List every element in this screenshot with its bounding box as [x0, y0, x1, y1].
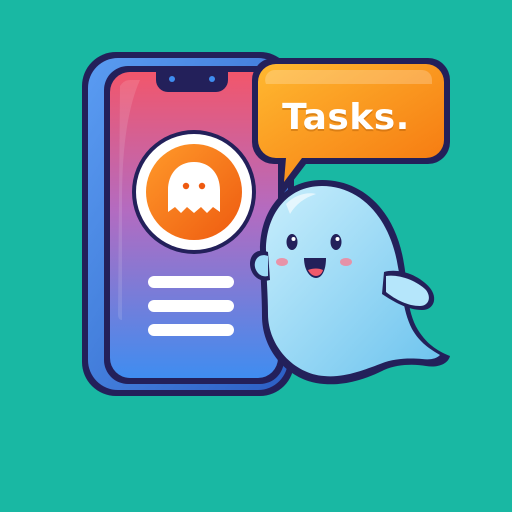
illustration-canvas [82, 52, 450, 396]
app-icon-illustration: Tasks. [0, 0, 512, 512]
ghost-app-icon [132, 130, 256, 254]
speech-bubble-text: Tasks. [282, 96, 410, 138]
ghost-mascot-icon [249, 180, 450, 385]
phone-notch [156, 72, 228, 92]
menu-lines-icon [148, 276, 234, 336]
